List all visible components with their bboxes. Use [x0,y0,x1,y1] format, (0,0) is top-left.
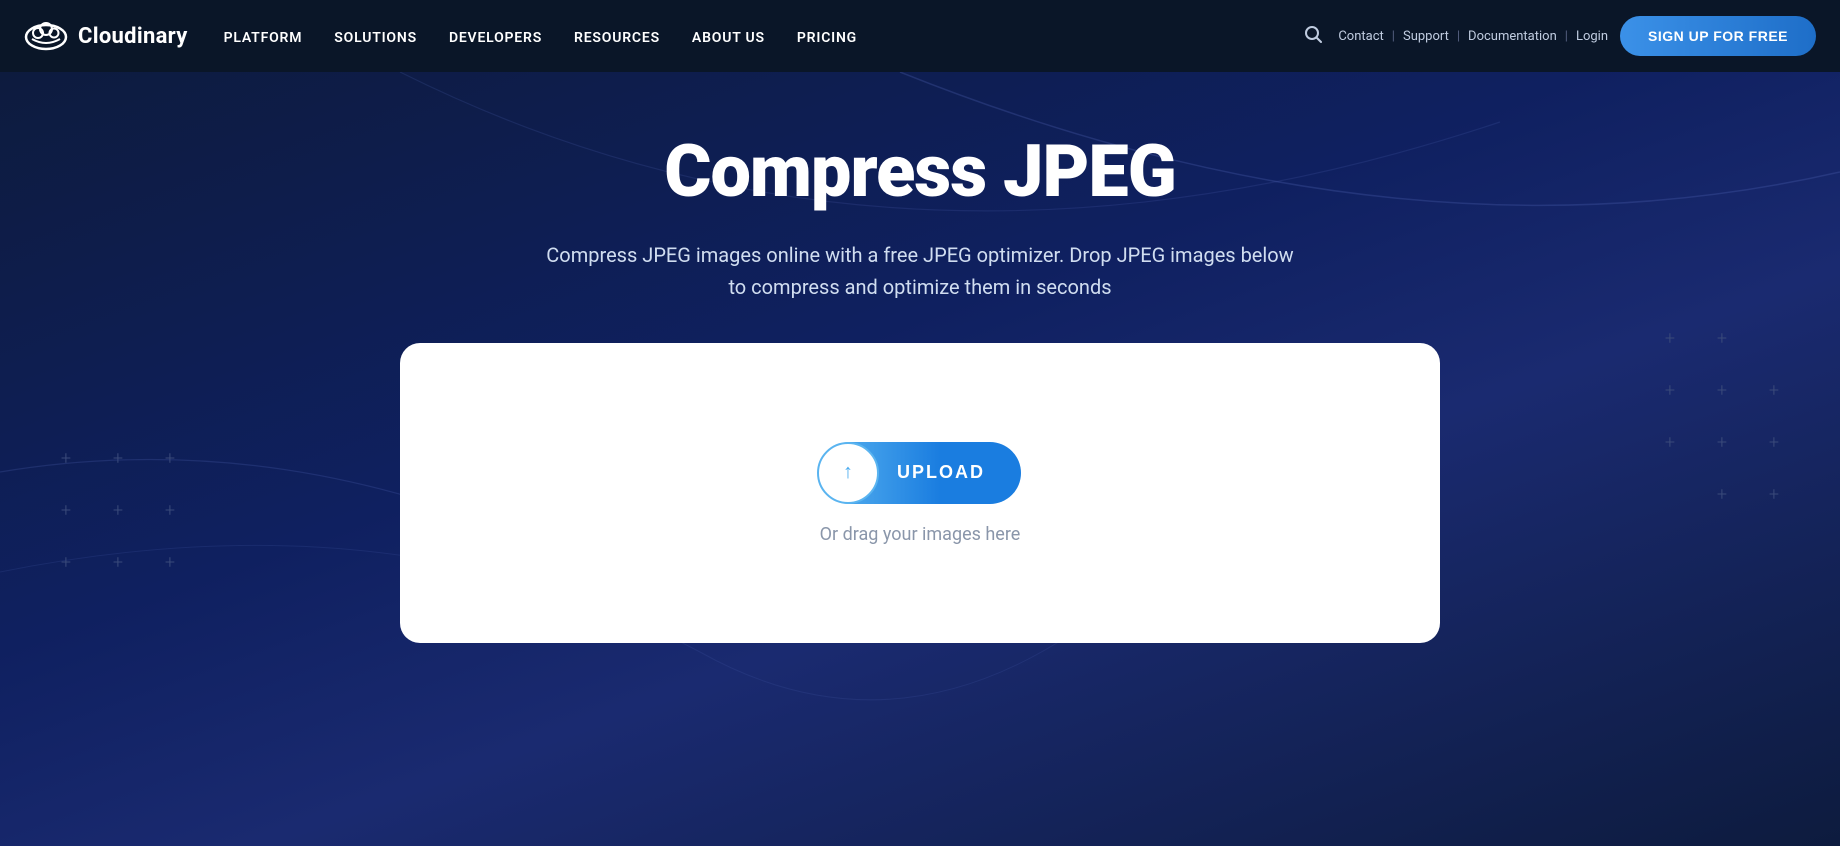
nav-item-about[interactable]: ABOUT US [692,27,765,46]
plus-icon: + [1665,432,1675,453]
logo[interactable]: Cloudinary [24,19,188,53]
plus-icon: + [113,448,123,469]
hero-title: Compress JPEG [540,132,1300,211]
signup-button[interactable]: SIGN UP FOR FREE [1620,16,1816,56]
hero-content: Compress JPEG Compress JPEG images onlin… [540,72,1300,343]
upload-card-wrapper: ↑ UPLOAD Or drag your images here [400,343,1440,643]
plus-icon: + [165,552,175,573]
contact-link[interactable]: Contact [1338,29,1383,44]
upload-arrow-icon: ↑ [843,461,853,484]
plus-icon: + [113,500,123,521]
upload-circle: ↑ [817,442,879,504]
drag-drop-text: Or drag your images here [820,524,1021,545]
nav-links: PLATFORM SOLUTIONS DEVELOPERS RESOURCES … [224,27,857,46]
plus-grid-left: + + + + + + + + + [40,432,196,588]
nav-link-pricing[interactable]: PRICING [797,30,857,46]
plus-icon: + [1769,380,1779,401]
plus-icon: + [1665,380,1675,401]
plus-icon: + [61,500,71,521]
navbar: Cloudinary PLATFORM SOLUTIONS DEVELOPERS… [0,0,1840,72]
plus-icon: + [61,448,71,469]
support-link[interactable]: Support [1403,29,1449,44]
plus-icon: + [1769,484,1779,505]
upload-button-label: UPLOAD [897,462,993,483]
search-button[interactable] [1304,25,1322,48]
divider-3: | [1565,29,1568,44]
plus-icon: + [165,500,175,521]
logo-icon [24,19,68,53]
nav-link-resources[interactable]: RESOURCES [574,30,660,46]
plus-icon: + [113,552,123,573]
nav-item-developers[interactable]: DEVELOPERS [449,27,542,46]
logo-text: Cloudinary [78,24,188,49]
upload-button-row: ↑ UPLOAD [819,442,1021,504]
search-icon [1304,25,1322,43]
hero-subtitle: Compress JPEG images online with a free … [540,239,1300,303]
plus-icon: + [1769,432,1779,453]
plus-icon: + [165,448,175,469]
plus-icon: + [1717,380,1727,401]
nav-item-platform[interactable]: PLATFORM [224,27,303,46]
hero-section: + + + + + + + + + + + + + + + + + + + Co… [0,72,1840,846]
nav-link-platform[interactable]: PLATFORM [224,30,303,46]
utility-links: Contact | Support | Documentation | Logi… [1338,29,1608,44]
plus-icon: + [1717,432,1727,453]
nav-link-about[interactable]: ABOUT US [692,30,765,46]
documentation-link[interactable]: Documentation [1468,29,1557,44]
divider-2: | [1457,29,1460,44]
plus-icon: + [61,552,71,573]
plus-icon: + [1717,484,1727,505]
nav-item-pricing[interactable]: PRICING [797,27,857,46]
plus-icon: + [1717,328,1727,349]
upload-button[interactable]: ↑ UPLOAD [819,442,1021,504]
login-link[interactable]: Login [1576,29,1608,44]
navbar-left: Cloudinary PLATFORM SOLUTIONS DEVELOPERS… [24,19,857,53]
nav-link-solutions[interactable]: SOLUTIONS [334,30,417,46]
divider-1: | [1392,29,1395,44]
plus-icon: + [1665,328,1675,349]
plus-grid-right: + + + + + + + + + + [1644,312,1800,520]
nav-item-resources[interactable]: RESOURCES [574,27,660,46]
upload-card[interactable]: ↑ UPLOAD Or drag your images here [400,343,1440,643]
nav-link-developers[interactable]: DEVELOPERS [449,30,542,46]
nav-item-solutions[interactable]: SOLUTIONS [334,27,417,46]
navbar-right: Contact | Support | Documentation | Logi… [1304,16,1816,56]
